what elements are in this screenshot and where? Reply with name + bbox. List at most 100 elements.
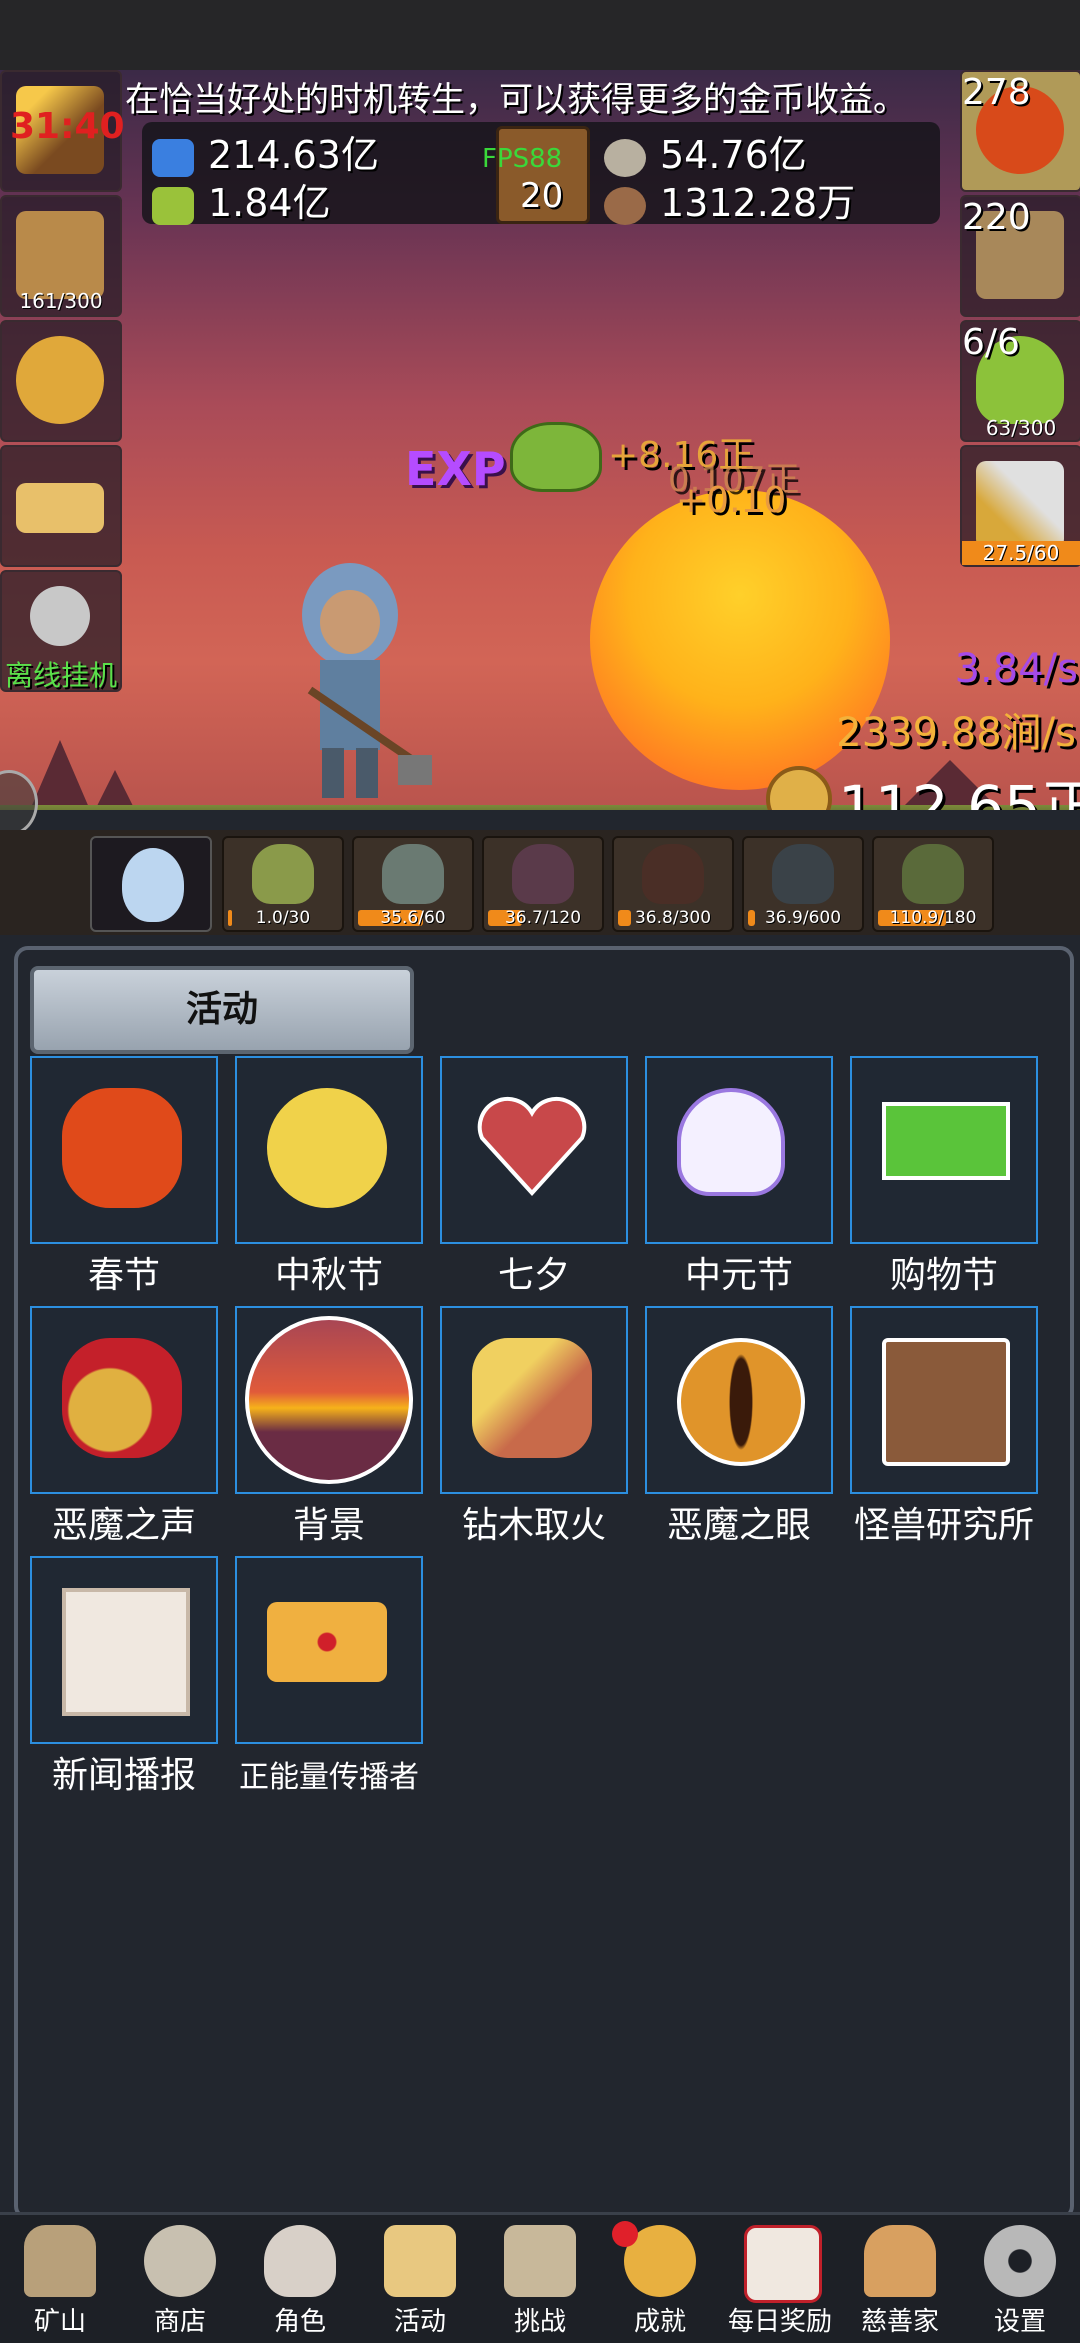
nav-settings[interactable]: 设置: [966, 2221, 1074, 2339]
silver-key-icon: [30, 586, 90, 646]
activity-label: 恶魔之眼: [666, 1505, 811, 1546]
gear-icon: [984, 2225, 1056, 2297]
side-sword-button[interactable]: 27.5/60: [960, 445, 1080, 567]
resource-elixir: 1.84亿: [152, 172, 331, 227]
moon-icon: [267, 1088, 387, 1208]
activity-label: 中元节: [684, 1255, 793, 1296]
nav-challenge[interactable]: 挑战: [486, 2221, 594, 2339]
stone-icon: [144, 2225, 216, 2297]
nav-achievement[interactable]: 成就: [606, 2221, 714, 2339]
activity-qixi[interactable]: 七夕: [440, 1056, 628, 1296]
newspaper-icon: [62, 1588, 190, 1716]
monster-slot-orc[interactable]: 110.9/180: [872, 836, 994, 932]
green-potion-icon: [152, 186, 194, 225]
activity-shopping[interactable]: 购物节: [850, 1056, 1038, 1296]
stone-icon: [604, 138, 646, 177]
activity-label: 新闻播报: [51, 1755, 196, 1796]
spider-icon: [642, 844, 704, 904]
ore-icon: [604, 186, 646, 225]
player-character: [302, 563, 432, 798]
gold-bar-icon: [16, 483, 104, 533]
money-icon: [882, 1102, 1010, 1180]
rate-purple: 3.84/s: [954, 646, 1078, 692]
activity-background[interactable]: 背景: [235, 1306, 423, 1546]
activity-positive-energy[interactable]: 正能量传播者: [235, 1556, 423, 1795]
activity-label: 背景: [292, 1505, 365, 1546]
activity-label: 七夕: [497, 1255, 570, 1296]
side-gold-bar-button[interactable]: [0, 445, 122, 567]
hooded-ghost-icon: [772, 844, 834, 904]
letter-icon: [744, 2225, 822, 2303]
activity-label: 春节: [87, 1255, 160, 1296]
nav-activity[interactable]: 活动: [366, 2221, 474, 2339]
side-gold-key-button[interactable]: [0, 320, 122, 442]
rate-gold: 2339.88涧/s: [836, 710, 1076, 756]
ghost-icon: [677, 1088, 785, 1196]
bell-icon: [62, 1338, 182, 1458]
activity-label: 怪兽研究所: [853, 1505, 1034, 1546]
side-beer-button[interactable]: 161/300: [0, 195, 122, 317]
monster-slot-slime[interactable]: 1.0/30: [222, 836, 344, 932]
beer-mug-icon: [16, 211, 104, 299]
bottom-nav: 矿山 商店 角色 活动 挑战 成就 每日奖励 慈善家 设置: [0, 2212, 1080, 2343]
crown-icon: [267, 1602, 387, 1682]
monster-slot-ghost[interactable]: 36.9/600: [742, 836, 864, 932]
bat-icon: [512, 844, 574, 904]
eye-icon: [677, 1338, 805, 1466]
chest-count: 220: [962, 197, 1031, 238]
slime-count: 6/6: [962, 322, 1020, 363]
nav-character[interactable]: 角色: [246, 2221, 354, 2339]
scroll-icon: [384, 2225, 456, 2297]
side-chest-button[interactable]: 220: [960, 195, 1080, 317]
activity-demon-eye[interactable]: 恶魔之眼: [645, 1306, 833, 1546]
activity-monster-lab[interactable]: 怪兽研究所: [850, 1306, 1038, 1546]
resource-stone: 54.76亿: [604, 124, 807, 179]
orc-icon: [902, 844, 964, 904]
activity-label: 购物节: [889, 1255, 998, 1296]
activity-ghost-festival[interactable]: 中元节: [645, 1056, 833, 1296]
notification-dot: [612, 2221, 638, 2247]
side-slime-button[interactable]: 6/6 63/300: [960, 320, 1080, 442]
monster-slot-zombie[interactable]: 35.6/60: [352, 836, 474, 932]
hint-text: 在恰当好处的时机转生，可以获得更多的金币收益。: [125, 80, 907, 120]
map-icon: [504, 2225, 576, 2297]
coin-total: 112.65正: [838, 773, 1080, 810]
sunset-icon: [245, 1316, 413, 1484]
activity-label: 正能量传播者: [239, 1760, 419, 1795]
skull-icon: [264, 2225, 336, 2297]
resource-ore: 1312.28万: [604, 172, 855, 227]
activity-label: 恶魔之声: [51, 1505, 196, 1546]
side-potion-button[interactable]: 278: [960, 70, 1080, 192]
floating-gain-3: +0.10: [676, 480, 787, 521]
monster-bar: 1.0/30 35.6/60 36.7/120 36.8/300 36.9/60…: [0, 830, 1080, 935]
monster-slot-spider[interactable]: 36.8/300: [612, 836, 734, 932]
fps-counter: FPS88: [482, 144, 563, 174]
potion-count: 278: [962, 72, 1031, 113]
slime-sub-count: 63/300: [985, 416, 1057, 440]
nav-daily-reward[interactable]: 每日奖励: [726, 2221, 834, 2339]
section-title-button[interactable]: 活动: [30, 966, 414, 1054]
activity-fire-drill[interactable]: 钻木取火: [440, 1306, 628, 1546]
book-count: 20: [520, 176, 564, 216]
beer-count: 161/300: [19, 289, 103, 313]
activity-spring-festival[interactable]: 春节: [30, 1056, 218, 1296]
resource-mana: 214.63亿: [152, 124, 379, 179]
activity-label: 中秋节: [274, 1255, 383, 1296]
lantern-icon: [62, 1088, 182, 1208]
monster-slot-bat[interactable]: 36.7/120: [482, 836, 604, 932]
status-bar: [0, 0, 1080, 70]
activity-demon-voice[interactable]: 恶魔之声: [30, 1306, 218, 1546]
sword-icon: [976, 461, 1064, 549]
lantern-icon: [24, 2225, 96, 2297]
activity-label: 钻木取火: [461, 1505, 606, 1546]
nav-mine[interactable]: 矿山: [6, 2221, 114, 2339]
fire-stick-icon: [472, 1338, 592, 1458]
monster-slot-egg[interactable]: [90, 836, 212, 932]
nav-philanthropist[interactable]: 慈善家: [846, 2221, 954, 2339]
timer-label: 31:40: [10, 106, 125, 147]
activity-mid-autumn[interactable]: 中秋节: [235, 1056, 423, 1296]
side-offline-button[interactable]: 离线挂机: [0, 570, 122, 692]
zombie-icon: [382, 844, 444, 904]
nav-shop[interactable]: 商店: [126, 2221, 234, 2339]
activity-news[interactable]: 新闻播报: [30, 1556, 218, 1796]
